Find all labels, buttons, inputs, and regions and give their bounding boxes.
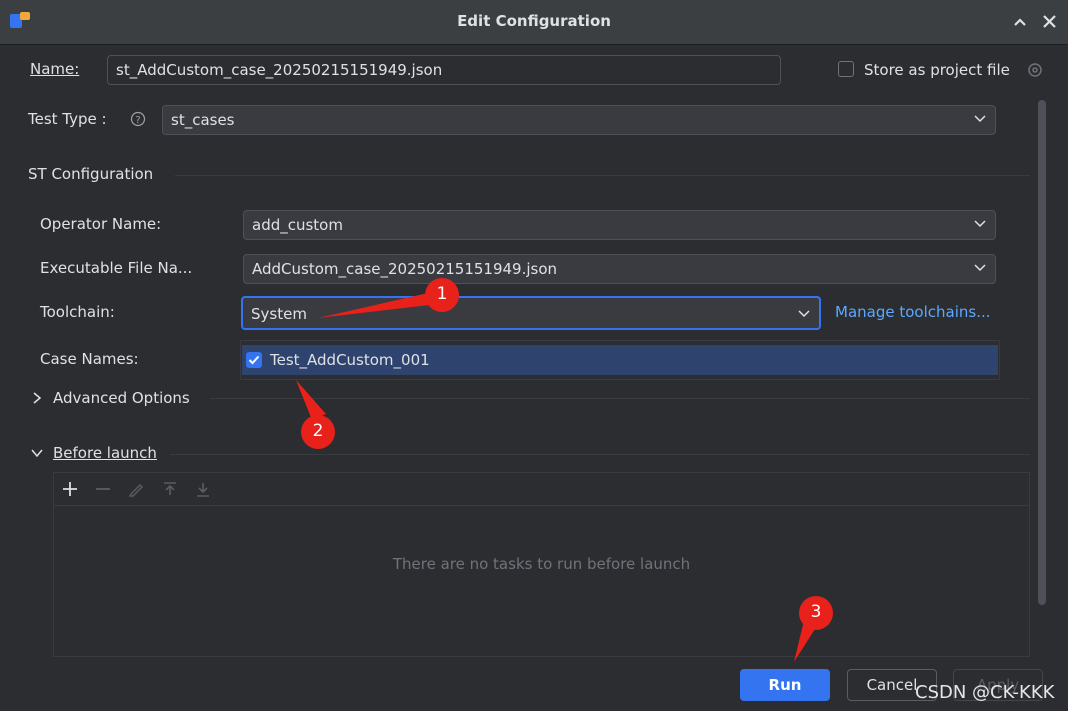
- annotation-label-1: 1: [436, 284, 448, 304]
- annotation-label-2: 2: [312, 421, 324, 441]
- annotation-arrow-2: [296, 380, 326, 420]
- annotation-label-3: 3: [810, 602, 822, 622]
- watermark-text: CSDN @CK-KKK: [915, 682, 1055, 703]
- annotation-arrow-1: [318, 293, 438, 318]
- annotation-overlay: [296, 278, 833, 662]
